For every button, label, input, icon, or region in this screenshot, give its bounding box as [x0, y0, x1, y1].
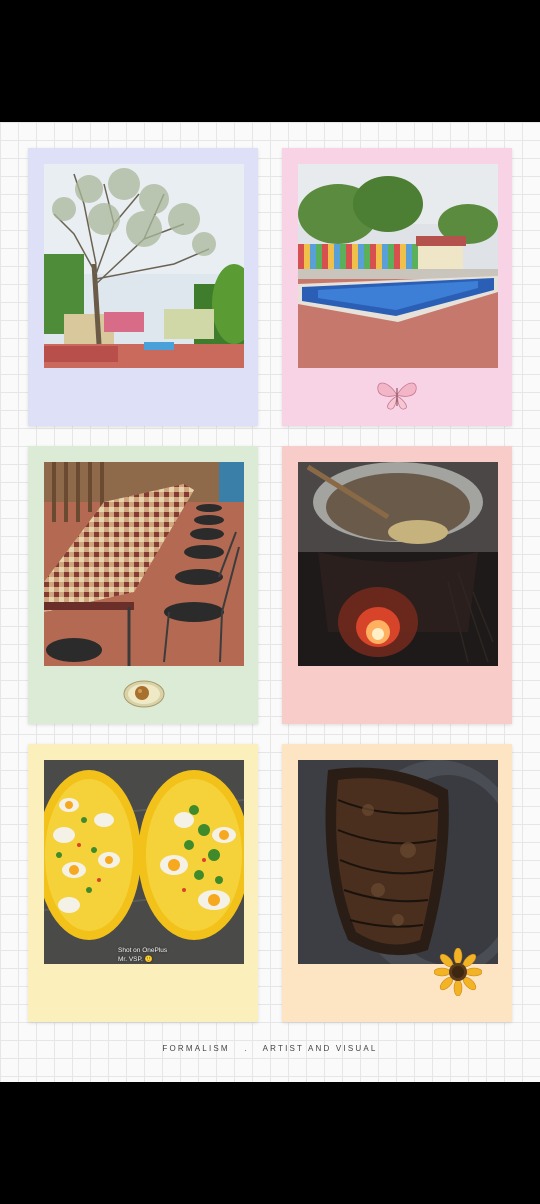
footer-right-text: ARTIST AND VISUAL	[262, 1044, 378, 1053]
swimming-pool-photo[interactable]	[298, 164, 498, 368]
polaroid-card-cooking[interactable]	[282, 446, 512, 724]
dining-table-photo[interactable]	[44, 462, 244, 666]
watermark-line-1: Shot on OnePlus	[118, 947, 168, 954]
navigation-bar-area	[0, 1082, 540, 1204]
photo-watermark: Shot on OnePlus Mr. VSP. 🙂	[118, 946, 198, 964]
polaroid-card-tree[interactable]	[28, 148, 258, 426]
polaroid-card-dining[interactable]	[28, 446, 258, 724]
footer-separator: .	[244, 1044, 249, 1053]
cooking-pot-fire-photo[interactable]	[298, 462, 498, 666]
tree-garden-photo[interactable]	[44, 164, 244, 368]
collage-footer: FORMALISM . ARTIST AND VISUAL	[0, 1044, 540, 1053]
sunflower-icon	[433, 947, 483, 997]
watermark-line-2: Mr. VSP. 🙂	[118, 956, 153, 963]
polaroid-card-eggs[interactable]: Shot on OnePlus Mr. VSP. 🙂	[28, 744, 258, 1022]
polaroid-card-fish[interactable]	[282, 744, 512, 1022]
butterfly-icon	[374, 378, 420, 412]
grilled-fish-photo[interactable]	[298, 760, 498, 964]
avocado-icon	[122, 674, 166, 710]
polaroid-card-pool[interactable]	[282, 148, 512, 426]
status-bar-area	[0, 0, 540, 122]
egg-plates-photo[interactable]: Shot on OnePlus Mr. VSP. 🙂	[44, 760, 244, 964]
footer-left-text: FORMALISM	[162, 1044, 230, 1053]
